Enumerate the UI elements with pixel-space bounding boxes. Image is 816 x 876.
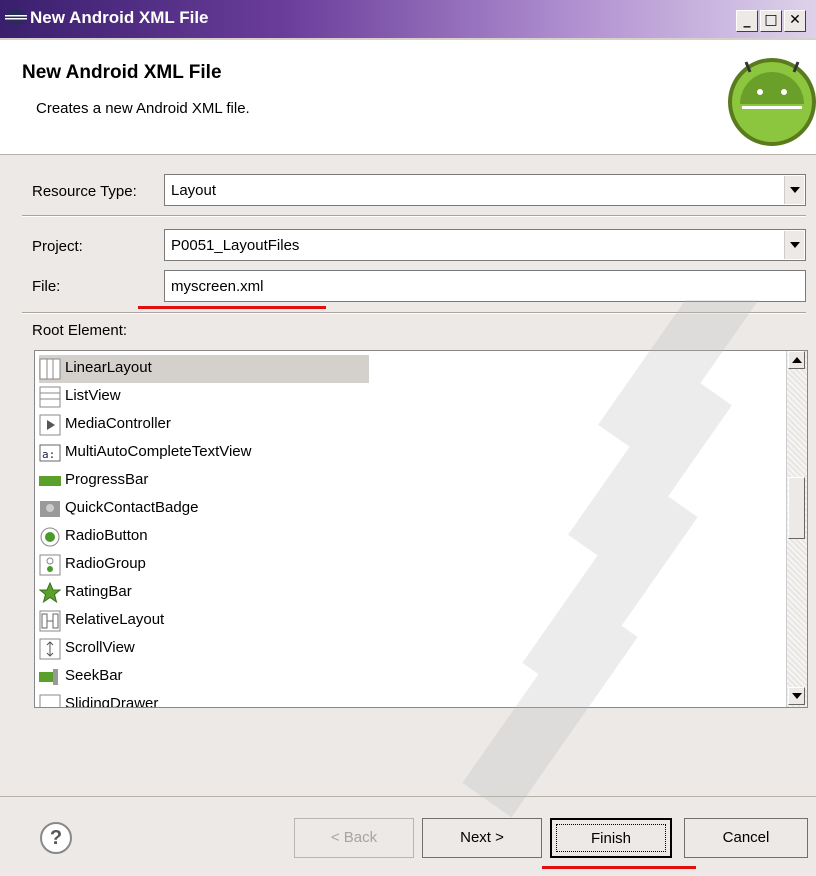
root-element-list[interactable]: LinearLayout ListView MediaController a:… — [34, 350, 808, 708]
eclipse-icon — [5, 9, 27, 25]
list-item[interactable]: LinearLayout — [39, 355, 369, 383]
scroll-up-icon[interactable] — [788, 351, 805, 369]
separator — [22, 215, 806, 217]
finish-highlight-underline — [542, 866, 696, 869]
file-name-value: myscreen.xml — [171, 278, 264, 295]
contact-badge-icon — [40, 501, 60, 517]
footer-separator — [0, 796, 816, 797]
file-label: File: — [32, 278, 61, 295]
window-title: New Android XML File — [30, 8, 209, 27]
help-button[interactable]: ? — [40, 822, 72, 854]
project-label: Project: — [32, 238, 83, 255]
chevron-down-icon[interactable] — [784, 231, 804, 259]
radio-group-icon — [39, 554, 61, 576]
close-button[interactable]: ✕ — [784, 10, 806, 32]
radio-button-icon — [40, 527, 60, 547]
title-bar[interactable]: New Android XML File _ □ ✕ — [0, 0, 816, 40]
separator — [22, 312, 806, 314]
maximize-button[interactable]: □ — [760, 10, 782, 32]
resource-type-value: Layout — [171, 182, 217, 199]
wizard-description: Creates a new Android XML file. — [36, 100, 250, 117]
chevron-down-icon[interactable] — [784, 176, 804, 204]
sliding-drawer-icon — [39, 694, 61, 707]
file-highlight-underline — [138, 306, 326, 309]
scroll-thumb[interactable] — [788, 477, 805, 539]
cancel-button[interactable]: Cancel — [684, 818, 808, 858]
wizard-header — [0, 40, 816, 155]
back-button[interactable]: < Back — [294, 818, 414, 858]
autocomplete-icon: a: — [39, 444, 61, 462]
list-scrollbar[interactable] — [786, 351, 807, 707]
android-logo-icon — [728, 58, 816, 146]
seek-bar-icon — [39, 669, 58, 685]
project-select[interactable]: P0051_LayoutFiles — [164, 229, 806, 261]
svg-text:a:: a: — [42, 448, 55, 461]
linear-layout-icon — [39, 358, 61, 380]
scroll-view-icon — [39, 638, 61, 660]
wizard-title: New Android XML File — [22, 62, 222, 83]
relative-layout-icon — [39, 610, 61, 632]
dialog-window: New Android XML File _ □ ✕ New Android X… — [0, 0, 816, 876]
finish-button[interactable]: Finish — [550, 818, 672, 858]
progress-bar-icon — [39, 476, 61, 486]
root-element-label: Root Element: — [32, 322, 128, 339]
finish-button-label: Finish — [556, 824, 666, 852]
file-name-input[interactable]: myscreen.xml — [164, 270, 806, 302]
list-view-icon — [39, 386, 61, 408]
resource-type-label: Resource Type: — [32, 183, 137, 200]
project-value: P0051_LayoutFiles — [171, 237, 300, 254]
minimize-button[interactable]: _ — [736, 10, 758, 32]
next-button[interactable]: Next > — [422, 818, 542, 858]
star-icon — [39, 582, 61, 604]
scroll-down-icon[interactable] — [788, 687, 805, 705]
resource-type-select[interactable]: Layout — [164, 174, 806, 206]
media-controller-icon — [39, 414, 61, 436]
